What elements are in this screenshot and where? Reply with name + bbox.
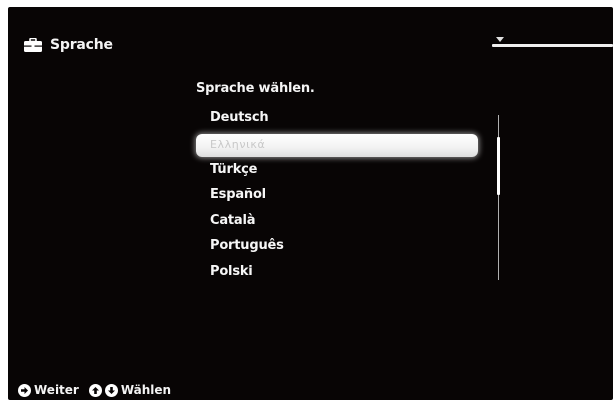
language-option-catalan[interactable]: Català [196, 210, 478, 236]
language-option-turkish[interactable]: Türkçe [196, 159, 478, 185]
level-marker [496, 37, 504, 42]
language-option-spanish[interactable]: Español [196, 184, 478, 210]
language-option-greek[interactable]: Ελληνικά [196, 133, 478, 157]
language-list-scrollbar[interactable] [497, 115, 500, 280]
confirm-hint: Weiter [18, 383, 79, 397]
language-option-deutsch[interactable]: Deutsch [196, 107, 478, 133]
menu-header: Sprache [24, 35, 113, 55]
select-language-prompt: Sprache wählen. [196, 81, 315, 96]
level-line [492, 44, 613, 47]
arrow-down-circle-icon [104, 383, 118, 397]
confirm-hint-label: Weiter [34, 383, 79, 397]
language-option-polish[interactable]: Polski [196, 261, 478, 287]
select-hint-label: Wählen [120, 383, 172, 397]
tv-menu-screen: Sprache Sprache wählen. Deutsch Ελληνικά… [8, 7, 613, 400]
toolbox-icon [24, 38, 42, 52]
arrow-up-circle-icon [88, 383, 102, 397]
level-indicator [492, 37, 613, 49]
scrollbar-thumb[interactable] [497, 137, 500, 195]
select-hint: Wählen [88, 383, 172, 397]
arrow-right-circle-icon [18, 383, 31, 397]
menu-title: Sprache [50, 37, 113, 53]
language-list: Deutsch Ελληνικά Türkçe Español Català P… [196, 107, 478, 286]
language-option-portuguese[interactable]: Português [196, 235, 478, 261]
button-hints: Weiter Wählen [18, 383, 177, 397]
